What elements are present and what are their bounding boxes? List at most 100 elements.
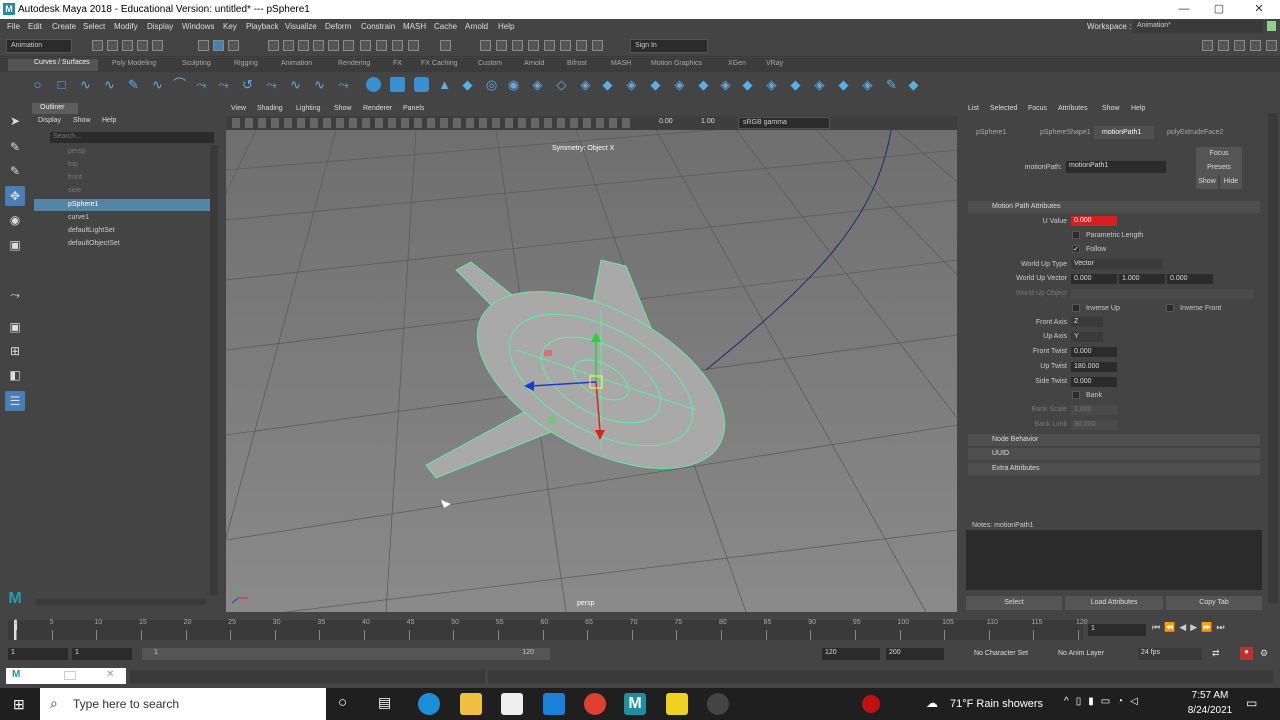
outliner-menu-display[interactable]: Display: [38, 117, 61, 124]
shelf-tab-vray[interactable]: VRay: [766, 60, 783, 67]
tray-app-icon[interactable]: [862, 695, 880, 713]
ae-menu-selected[interactable]: Selected: [990, 105, 1017, 112]
close-x-icon[interactable]: ✕: [106, 669, 114, 680]
menu-windows[interactable]: Windows: [182, 22, 214, 31]
edge-icon[interactable]: [418, 693, 440, 715]
nurbs-cone-icon[interactable]: ▲: [437, 77, 452, 92]
time-slider[interactable]: 1 5 10 15 20 25 30 35 40 45 50 55 60 65 70 75 80 85 90 95 10…: [0, 616, 1280, 644]
pencil-curve-icon[interactable]: ✎: [126, 77, 141, 92]
single-perspective-icon[interactable]: ▣: [5, 317, 25, 337]
windows-start-icon[interactable]: ⊞: [13, 696, 29, 712]
redo-icon[interactable]: [152, 40, 163, 51]
side-tabs-strip[interactable]: [1268, 113, 1278, 603]
modeling-toolkit-icon[interactable]: [1202, 40, 1213, 51]
menu-select[interactable]: Select: [83, 22, 105, 31]
outliner-item-defaultobjectset[interactable]: defaultObjectSet: [34, 238, 210, 250]
world-up-type-dropdown[interactable]: Vector: [1071, 259, 1163, 269]
rebuild-curve-icon[interactable]: ↺: [240, 77, 255, 92]
outliner-item-curve1[interactable]: curve1: [34, 212, 210, 224]
notes-field[interactable]: [966, 530, 1262, 590]
channel-box-icon[interactable]: [1266, 40, 1277, 51]
presets-button[interactable]: Presets: [1196, 161, 1242, 175]
cortana-icon[interactable]: ○: [338, 694, 347, 711]
cv-curve-icon[interactable]: ∿: [78, 77, 93, 92]
nurbs-cylinder-icon[interactable]: [414, 77, 429, 92]
outliner-layout-icon[interactable]: ☰: [5, 391, 25, 411]
up-twist-field[interactable]: 180.000: [1071, 362, 1117, 372]
nurbs-square-icon[interactable]: □: [54, 77, 69, 92]
chrome-icon[interactable]: [584, 693, 606, 715]
outliner-item-psphere1[interactable]: pSphere1: [34, 199, 210, 211]
input-ops-icon[interactable]: [408, 40, 419, 51]
sculpt-surface-icon[interactable]: ✎: [884, 77, 899, 92]
outliner-item-persp[interactable]: persp: [34, 146, 210, 158]
fps-dropdown[interactable]: 24 fps: [1138, 648, 1202, 660]
minimize-button[interactable]: —: [1164, 1, 1204, 18]
shelf-tab-rendering[interactable]: Rendering: [338, 60, 370, 67]
shelf-tab-custom[interactable]: Custom: [478, 60, 502, 67]
task-view-icon[interactable]: ▤: [378, 694, 391, 711]
select-hierarchy-icon[interactable]: [198, 40, 209, 51]
world-up-vector-y[interactable]: 1.000: [1119, 274, 1165, 284]
undo-icon[interactable]: [137, 40, 148, 51]
viewport-menu-show[interactable]: Show: [334, 105, 352, 112]
new-scene-icon[interactable]: [92, 40, 103, 51]
outliner-menu-help[interactable]: Help: [102, 117, 116, 124]
mel-input[interactable]: M ✕: [6, 668, 126, 684]
project-curve-icon[interactable]: ◆: [696, 77, 711, 92]
rebuild-surface-icon[interactable]: ◆: [906, 77, 921, 92]
weather-text[interactable]: 71°F Rain showers: [950, 698, 1043, 710]
select-tool-icon[interactable]: ➤: [5, 111, 25, 131]
shelf-tab-mash[interactable]: MASH: [611, 60, 631, 67]
curve-tool-icon[interactable]: ∿: [312, 77, 327, 92]
range-slider-bar[interactable]: 1 120: [142, 648, 550, 660]
shelf-tab-xgen[interactable]: XGen: [728, 60, 746, 67]
section-uuid[interactable]: UUID: [968, 448, 1260, 460]
snap-point-icon[interactable]: [298, 40, 309, 51]
ae-menu-show[interactable]: Show: [1102, 105, 1120, 112]
menu-file[interactable]: File: [7, 22, 20, 31]
arc-icon[interactable]: ⌒: [172, 77, 187, 92]
rotate-tool-icon[interactable]: ◉: [5, 210, 25, 230]
snap-curve-icon[interactable]: [283, 40, 294, 51]
perspective-viewport[interactable]: Symmetry: Object X persp: [226, 130, 957, 612]
menu-display[interactable]: Display: [147, 22, 173, 31]
menu-playback[interactable]: Playback: [246, 22, 278, 31]
shelf-tab-sculpting[interactable]: Sculpting: [182, 60, 211, 67]
ae-tab-psphereshape1[interactable]: pSphereShape1: [1040, 129, 1091, 136]
shelf-tab-poly-modeling[interactable]: Poly Modeling: [112, 60, 156, 67]
maya-taskbar-icon[interactable]: M: [624, 693, 646, 715]
menu-modify[interactable]: Modify: [114, 22, 138, 31]
hypershade-icon[interactable]: [544, 40, 555, 51]
up-axis-dropdown[interactable]: Y: [1071, 332, 1103, 342]
ae-tab-polyextrudeface2[interactable]: polyExtrudeFace2: [1167, 129, 1223, 136]
paint-select-icon[interactable]: ✎: [5, 161, 25, 181]
nurbs-plane-icon[interactable]: ◆: [460, 77, 475, 92]
ae-menu-help[interactable]: Help: [1131, 105, 1145, 112]
birail-icon[interactable]: ◆: [600, 77, 615, 92]
gamma-field[interactable]: 1.00: [701, 118, 715, 125]
insert-isoparm-icon[interactable]: ◈: [860, 77, 875, 92]
nurbs-cube-icon[interactable]: [390, 77, 405, 92]
bevel-icon[interactable]: ◈: [624, 77, 639, 92]
front-twist-field[interactable]: 0.000: [1071, 347, 1117, 357]
loop-icon[interactable]: ⇄: [1212, 648, 1220, 659]
menu-arnold[interactable]: Arnold: [465, 22, 488, 31]
shelf-tab-animation[interactable]: Animation: [281, 60, 312, 67]
colorspace-dropdown[interactable]: sRGB gamma: [738, 117, 830, 129]
persp-outliner-icon[interactable]: ◧: [5, 365, 25, 385]
restore-icon[interactable]: [64, 671, 76, 680]
menu-edit[interactable]: Edit: [28, 22, 42, 31]
sign-in-button[interactable]: Sign In: [630, 39, 708, 53]
ae-tab-psphere1[interactable]: pSphere1: [976, 129, 1006, 136]
snap-plane-icon[interactable]: [313, 40, 324, 51]
playback-controls[interactable]: ⏮⏪◀▶⏩⏭: [1152, 622, 1272, 636]
notifications-icon[interactable]: ▭: [1246, 696, 1257, 710]
offset-curve-icon[interactable]: ⤳: [264, 77, 279, 92]
ipr-render-icon[interactable]: [512, 40, 523, 51]
menu-help[interactable]: Help: [498, 22, 514, 31]
detach-surfaces-icon[interactable]: ◈: [812, 77, 827, 92]
menu-key[interactable]: Key: [223, 22, 237, 31]
bank-checkbox[interactable]: [1072, 391, 1080, 399]
outliner-h-scrollbar[interactable]: [36, 599, 206, 605]
